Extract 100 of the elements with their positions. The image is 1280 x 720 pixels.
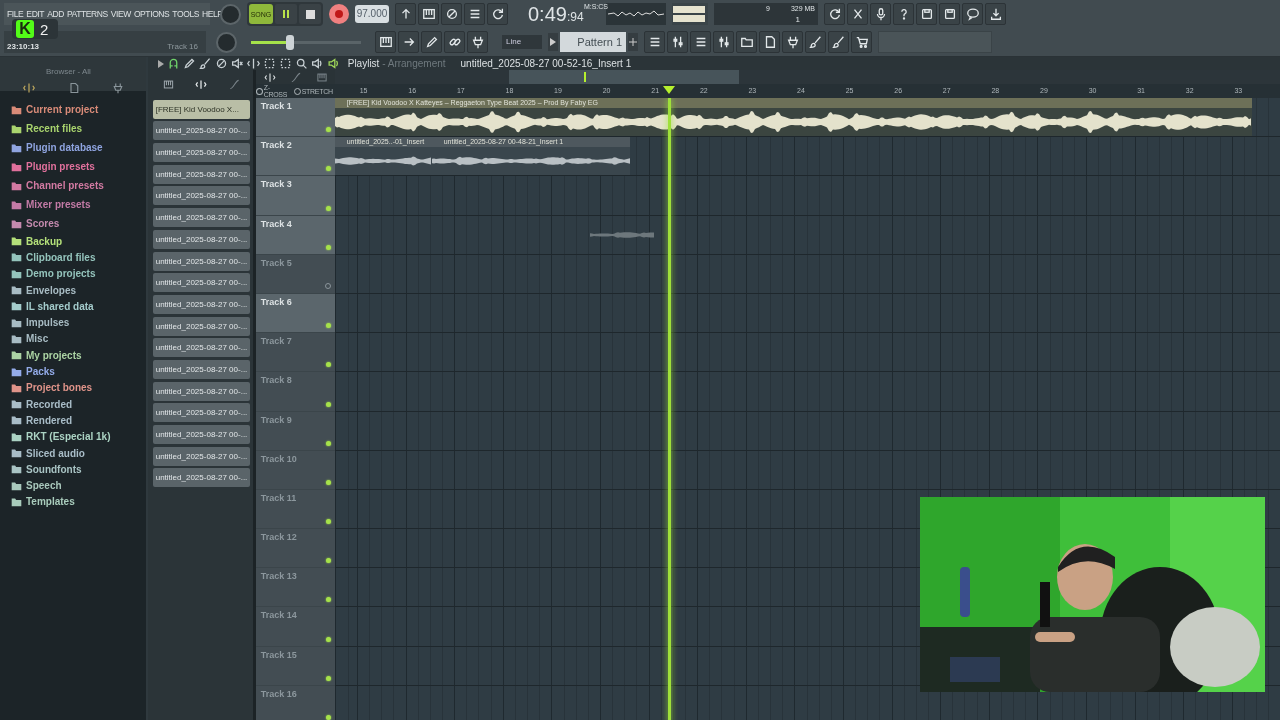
knob[interactable] <box>220 3 241 25</box>
piano-icon[interactable] <box>161 78 175 90</box>
toolbar-button[interactable] <box>444 31 465 53</box>
track-enable-button[interactable] <box>325 558 331 564</box>
clip-source-item[interactable]: untitled_2025-08-27 00-... <box>152 468 250 488</box>
toolbar-button[interactable] <box>421 31 442 53</box>
browser-item[interactable]: RKT (Especial 1k) <box>11 428 146 445</box>
clip-source-item[interactable]: untitled_2025-08-27 00-... <box>152 381 250 401</box>
pattern-arrow-button[interactable] <box>548 33 558 51</box>
speaker-icon[interactable] <box>310 57 324 70</box>
clip-source-item[interactable]: untitled_2025-08-27 00-... <box>152 425 250 444</box>
file-icon[interactable] <box>67 82 80 94</box>
browser-item[interactable]: Sliced audio <box>11 444 146 462</box>
split-icon[interactable] <box>246 57 260 70</box>
clip-source-item[interactable]: untitled_2025-08-27 00-... <box>152 403 250 423</box>
track-enable-button[interactable] <box>325 244 331 250</box>
toolbar-button[interactable] <box>644 31 665 53</box>
record-button[interactable] <box>329 4 349 24</box>
toolbar-button[interactable] <box>962 3 983 25</box>
clip-source-item[interactable]: untitled_2025-08-27 00-... <box>152 446 250 466</box>
add-pattern-button[interactable] <box>628 33 638 51</box>
clip-source-item[interactable]: untitled_2025-08-27 00-... <box>152 316 250 336</box>
pause-button[interactable] <box>275 4 297 24</box>
select-icon[interactable] <box>262 57 276 70</box>
toolbar-button[interactable] <box>487 3 508 25</box>
browser-item[interactable]: Rendered <box>11 412 146 429</box>
clip-source-item[interactable]: untitled_2025-08-27 00-... <box>152 359 250 379</box>
toolbar-button[interactable] <box>939 3 960 25</box>
clip-source-item[interactable]: untitled_2025-08-27 00-... <box>152 121 250 141</box>
tempo-field[interactable]: 97.000 <box>355 5 389 23</box>
browser-item[interactable]: Backup <box>11 233 146 250</box>
track-header[interactable]: Track 8 <box>255 372 335 412</box>
track-enable-button[interactable] <box>325 675 331 681</box>
track-header[interactable]: Track 6 <box>255 293 335 334</box>
browser-item[interactable]: Demo projects <box>11 265 146 282</box>
clip-source-item[interactable]: untitled_2025-08-27 00-... <box>152 251 250 271</box>
clip-source-item[interactable]: [FREE] Kid Voodoo X... <box>152 99 250 119</box>
clip-source-item[interactable]: untitled_2025-08-27 00-... <box>152 208 250 228</box>
toolbar-button[interactable] <box>851 31 872 53</box>
browser-item[interactable]: Plugin presets <box>11 157 146 176</box>
slider-thumb[interactable] <box>285 34 294 50</box>
toolbar-button[interactable] <box>441 3 462 25</box>
menu-item[interactable]: EDIT <box>26 9 45 19</box>
browser-item[interactable]: Speech <box>11 477 146 494</box>
brush-icon[interactable] <box>198 57 212 70</box>
toolbar-button[interactable] <box>805 31 826 53</box>
toolbar-button[interactable] <box>870 3 891 25</box>
clip-source-item[interactable]: untitled_2025-08-27 00-... <box>152 229 250 249</box>
browser-item[interactable]: Envelopes <box>11 281 146 299</box>
browser-item[interactable]: Recent files <box>11 119 146 138</box>
track-header[interactable]: Track 2 <box>255 137 335 177</box>
track-enable-button[interactable] <box>325 715 331 720</box>
clip-source-item[interactable]: untitled_2025-08-27 00-... <box>152 143 250 163</box>
menu-item[interactable]: PATTERNS <box>66 9 108 19</box>
browser-item[interactable]: Clipboard files <box>11 249 146 266</box>
toolbar-button[interactable] <box>418 3 439 25</box>
track-header[interactable]: Track 1 <box>255 98 335 138</box>
toolbar-button[interactable] <box>395 3 416 25</box>
mute-icon[interactable] <box>230 57 244 70</box>
pencil-icon[interactable] <box>182 57 196 70</box>
menu-item[interactable]: OPTIONS <box>133 9 170 19</box>
select-icon[interactable] <box>278 57 292 70</box>
toolbar-button[interactable] <box>828 31 849 53</box>
track-header[interactable]: Track 10 <box>255 450 335 490</box>
clip-source-item[interactable]: untitled_2025-08-27 00-... <box>152 294 250 314</box>
toolbar-button[interactable] <box>893 3 914 25</box>
toolbar-button[interactable] <box>736 31 757 53</box>
browser-item[interactable]: Channel presets <box>11 176 146 195</box>
menu-item[interactable]: ADD <box>47 9 64 19</box>
track-enable-button[interactable] <box>325 440 331 446</box>
toolbar-button[interactable] <box>464 3 485 25</box>
track-enable-button[interactable] <box>325 323 331 329</box>
toolbar-button[interactable] <box>759 31 780 53</box>
menu-item[interactable]: VIEW <box>110 9 131 19</box>
track-enable-button[interactable] <box>325 401 331 407</box>
track-enable-button[interactable] <box>325 127 331 133</box>
toolbar-button[interactable] <box>916 3 937 25</box>
speaker-icon[interactable] <box>326 57 341 70</box>
browser-item[interactable]: IL shared data <box>11 298 146 315</box>
clip-source-item[interactable]: untitled_2025-08-27 00-... <box>152 273 250 293</box>
browser-item[interactable]: Soundfonts <box>11 461 146 478</box>
play-icon[interactable] <box>157 59 164 68</box>
clip-source-item[interactable]: untitled_2025-08-27 00-... <box>152 164 250 184</box>
toolbar-button[interactable] <box>782 31 803 53</box>
track-enable-button[interactable] <box>325 479 331 485</box>
track-header[interactable]: Track 3 <box>255 176 335 216</box>
browser-item[interactable]: Packs <box>11 363 146 380</box>
track-enable-button[interactable] <box>325 362 331 368</box>
toolbar-button[interactable] <box>375 31 396 53</box>
track-enable-button[interactable] <box>325 636 331 642</box>
plug-icon[interactable] <box>111 82 124 94</box>
browser-item[interactable]: Scores <box>11 214 146 233</box>
toolbar-button[interactable] <box>824 3 845 25</box>
toolbar-button[interactable] <box>398 31 419 53</box>
browser-item[interactable]: Misc <box>11 330 146 348</box>
track-enable-button[interactable] <box>325 205 331 211</box>
track-header[interactable]: Track 4 <box>255 215 335 255</box>
menu-item[interactable]: FILE <box>7 9 24 19</box>
browser-item[interactable]: Current project <box>11 100 146 119</box>
stop-button[interactable] <box>299 4 321 24</box>
